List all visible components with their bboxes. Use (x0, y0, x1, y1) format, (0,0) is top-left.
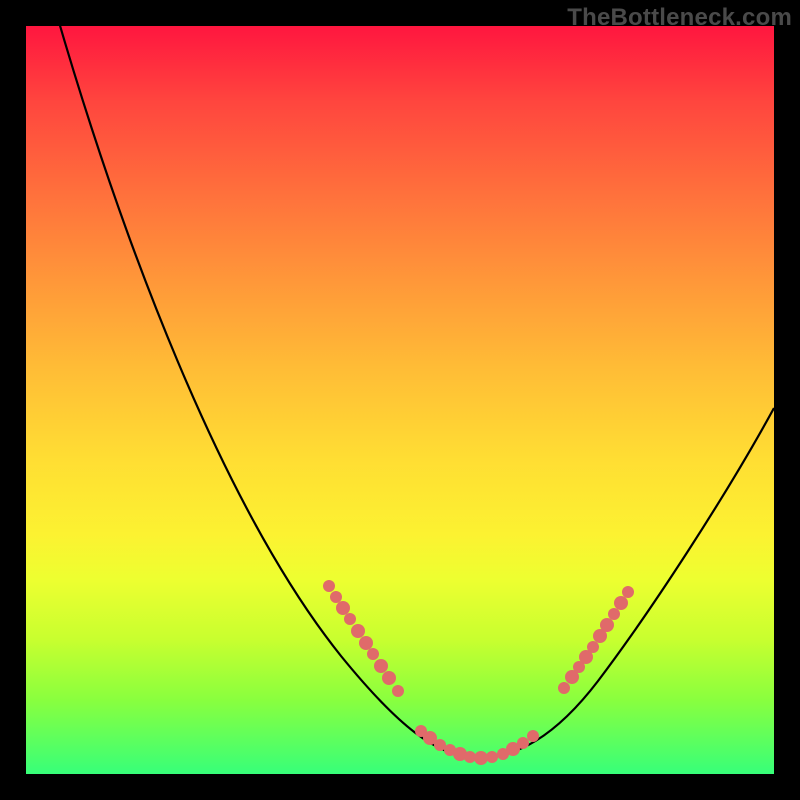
curve-marker (330, 591, 342, 603)
bottleneck-curve (56, 12, 774, 758)
curve-marker (382, 671, 396, 685)
curve-marker (587, 641, 599, 653)
curve-marker (374, 659, 388, 673)
marker-layer (323, 580, 634, 765)
curve-marker (558, 682, 570, 694)
curve-marker (474, 751, 488, 765)
curve-marker (614, 596, 628, 610)
curve-marker (344, 613, 356, 625)
curve-marker (517, 737, 529, 749)
curve-marker (367, 648, 379, 660)
chart-svg (26, 26, 774, 774)
curve-marker (486, 751, 498, 763)
curve-marker (622, 586, 634, 598)
curve-marker (600, 618, 614, 632)
curve-marker (351, 624, 365, 638)
curve-marker (323, 580, 335, 592)
chart-plot-area (26, 26, 774, 774)
curve-marker (359, 636, 373, 650)
curve-marker (392, 685, 404, 697)
curve-marker (527, 730, 539, 742)
curve-marker (336, 601, 350, 615)
curve-marker (608, 608, 620, 620)
